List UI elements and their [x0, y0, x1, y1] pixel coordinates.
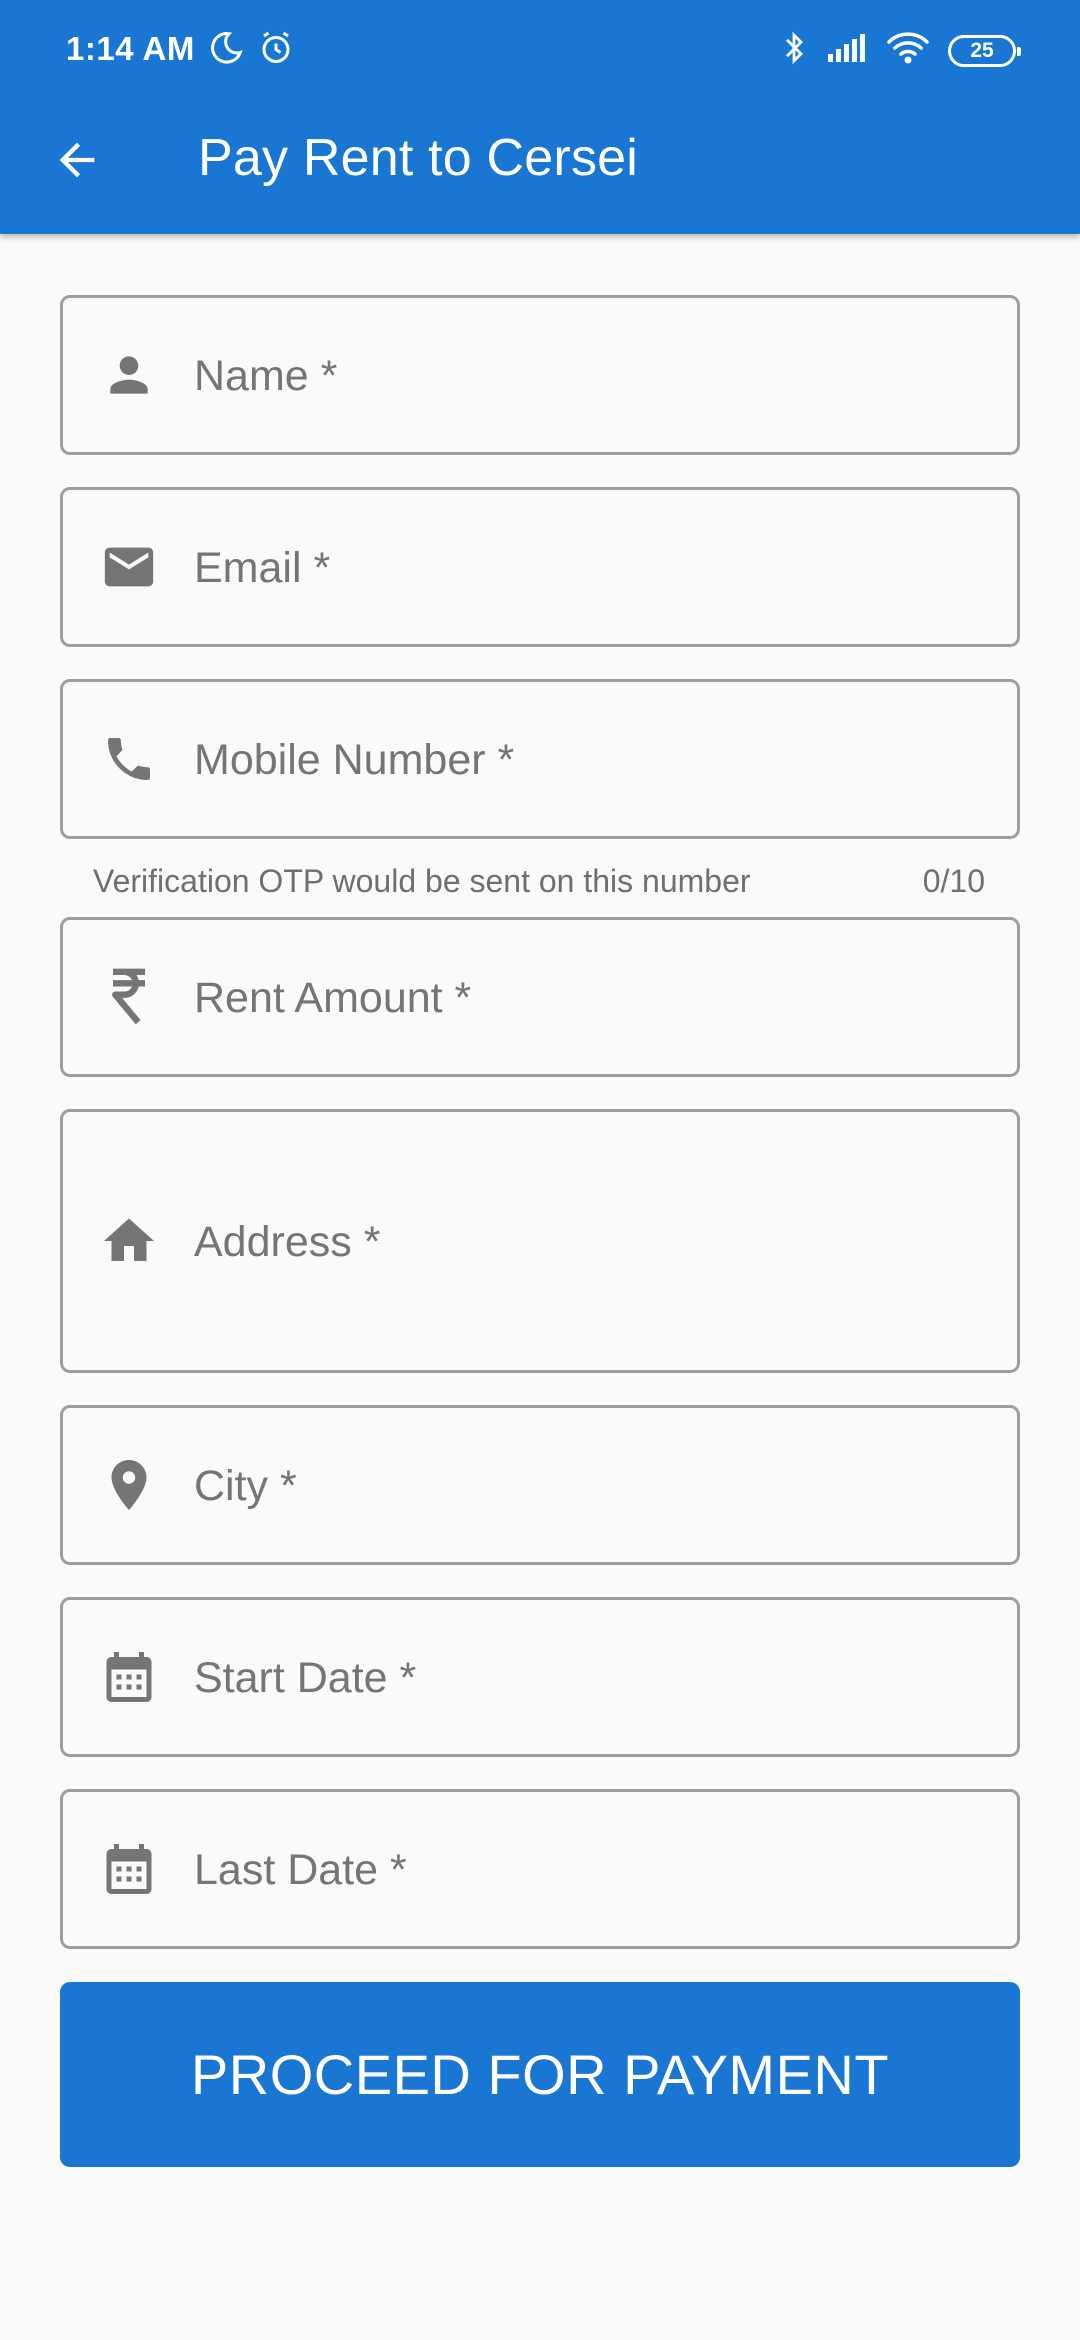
rent-amount-field[interactable]: Rent Amount *	[60, 917, 1020, 1077]
last-date-field[interactable]: Last Date *	[60, 1789, 1020, 1949]
start-date-label: Start Date *	[194, 1654, 417, 1702]
alarm-icon	[258, 30, 294, 71]
status-time: 1:14 AM	[66, 30, 195, 67]
signal-icon	[826, 32, 868, 69]
arrow-back-icon	[51, 134, 103, 191]
home-icon	[97, 1209, 161, 1273]
person-icon	[97, 343, 161, 407]
rupee-icon	[97, 965, 161, 1029]
calendar-icon	[97, 1645, 161, 1709]
location-pin-icon	[97, 1453, 161, 1517]
email-label: Email *	[194, 544, 331, 592]
bluetooth-icon	[780, 30, 808, 71]
city-field[interactable]: City *	[60, 1405, 1020, 1565]
last-date-label: Last Date *	[194, 1846, 407, 1894]
back-button[interactable]	[40, 125, 114, 199]
mobile-helper-text: Verification OTP would be sent on this n…	[93, 863, 751, 899]
app-bar: Pay Rent to Cersei	[0, 100, 1080, 234]
moon-icon	[208, 30, 244, 71]
address-label: Address *	[194, 1218, 381, 1266]
wifi-icon	[886, 31, 930, 70]
phone-icon	[97, 727, 161, 791]
battery-icon: 25	[948, 34, 1021, 67]
mobile-number-field[interactable]: Mobile Number *	[60, 679, 1020, 839]
page-title: Pay Rent to Cersei	[198, 129, 639, 187]
city-label: City *	[194, 1462, 297, 1510]
address-field[interactable]: Address *	[60, 1109, 1020, 1373]
calendar-icon	[97, 1837, 161, 1901]
mail-icon	[97, 535, 161, 599]
app-header: 1:14 AM 25 Pay Rent to Cersei	[0, 0, 1080, 234]
rent-amount-label: Rent Amount *	[194, 974, 472, 1022]
name-field[interactable]: Name *	[60, 295, 1020, 455]
status-bar: 1:14 AM 25	[0, 0, 1080, 100]
email-field[interactable]: Email *	[60, 487, 1020, 647]
name-label: Name *	[194, 352, 338, 400]
start-date-field[interactable]: Start Date *	[60, 1597, 1020, 1757]
mobile-number-label: Mobile Number *	[194, 736, 515, 784]
mobile-char-counter: 0/10	[922, 863, 985, 899]
proceed-for-payment-button[interactable]: PROCEED FOR PAYMENT	[60, 1982, 1020, 2167]
